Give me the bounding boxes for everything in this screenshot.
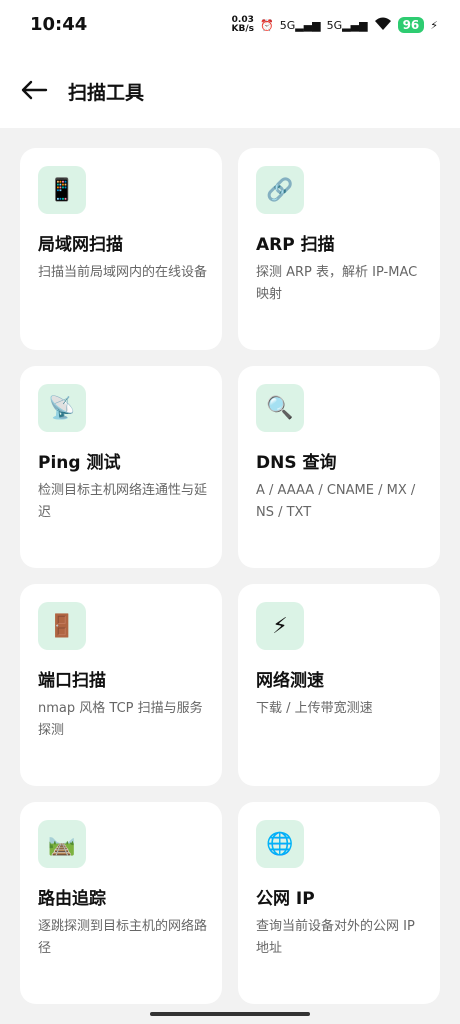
tool-title: ARP 扫描 xyxy=(256,235,335,255)
page-title: 扫描工具 xyxy=(68,82,145,104)
status-icons: 0.03 KB/s ⏰ 5G▂▄▆ 5G▂▄▆ 96 ⚡ xyxy=(232,12,438,38)
tool-card-speed-test[interactable]: ⚡ 网络测速 下载 / 上传带宽测速 xyxy=(238,584,440,786)
door-icon: 🚪 xyxy=(38,602,86,650)
tool-description: nmap 风格 TCP 扫描与服务探测 xyxy=(38,701,203,738)
signal-icon-1: 5G▂▄▆ xyxy=(279,18,321,32)
tool-card-lan-scan[interactable]: 📱 局域网扫描 扫描当前局域网内的在线设备 xyxy=(20,148,222,350)
tool-title: 路由追踪 xyxy=(38,889,106,909)
network-speed: 0.03 KB/s xyxy=(231,15,255,34)
app-bar: 扫描工具 xyxy=(0,52,460,128)
tool-card-ping[interactable]: 📡 Ping 测试 检测目标主机网络连通性与延迟 xyxy=(20,366,222,568)
tool-card-traceroute[interactable]: 🛤️ 路由追踪 逐跳探测到目标主机的网络路径 xyxy=(20,802,222,1004)
signal-icon-2: 5G▂▄▆ xyxy=(326,18,368,32)
tool-title: 网络测速 xyxy=(256,671,324,691)
link-icon: 🔗 xyxy=(256,166,304,214)
tool-description: 查询当前设备对外的公网 IP 地址 xyxy=(256,919,415,956)
globe-icon: 🌐 xyxy=(256,820,304,868)
railway-track-icon: 🛤️ xyxy=(38,820,86,868)
tool-description: 检测目标主机网络连通性与延迟 xyxy=(38,483,208,520)
tool-title: Ping 测试 xyxy=(38,453,121,473)
tool-card-arp-scan[interactable]: 🔗 ARP 扫描 探测 ARP 表，解析 IP-MAC 映射 xyxy=(238,148,440,350)
status-time: 10:44 xyxy=(30,14,88,35)
tool-title: 公网 IP xyxy=(256,889,315,909)
status-bar: 10:44 0.03 KB/s ⏰ 5G▂▄▆ 5G▂▄▆ 96 ⚡ xyxy=(0,0,460,52)
lightning-icon: ⚡ xyxy=(256,602,304,650)
tool-description: 扫描当前局域网内的在线设备 xyxy=(38,265,208,280)
tool-card-dns-query[interactable]: 🔍 DNS 查询 A / AAAA / CNAME / MX / NS / TX… xyxy=(238,366,440,568)
tool-description: 逐跳探测到目标主机的网络路径 xyxy=(38,919,208,956)
tool-title: DNS 查询 xyxy=(256,453,337,473)
tool-title: 端口扫描 xyxy=(38,671,106,691)
tool-card-port-scan[interactable]: 🚪 端口扫描 nmap 风格 TCP 扫描与服务探测 xyxy=(20,584,222,786)
alarm-icon: ⏰ xyxy=(260,18,274,32)
tool-card-public-ip[interactable]: 🌐 公网 IP 查询当前设备对外的公网 IP 地址 xyxy=(238,802,440,1004)
magnifier-icon: 🔍 xyxy=(256,384,304,432)
back-arrow-icon[interactable] xyxy=(18,74,50,106)
battery-icon: 96 xyxy=(397,17,425,33)
wifi-icon xyxy=(374,17,392,34)
tools-grid: 📱 局域网扫描 扫描当前局域网内的在线设备 🔗 ARP 扫描 探测 ARP 表，… xyxy=(20,148,440,1004)
charging-icon: ⚡ xyxy=(430,18,438,32)
phone-icon: 📱 xyxy=(38,166,86,214)
tool-description: A / AAAA / CNAME / MX / NS / TXT xyxy=(256,483,416,520)
tool-title: 局域网扫描 xyxy=(38,235,123,255)
satellite-dish-icon: 📡 xyxy=(38,384,86,432)
tool-description: 下载 / 上传带宽测速 xyxy=(256,701,373,716)
tool-description: 探测 ARP 表，解析 IP-MAC 映射 xyxy=(256,265,418,302)
home-indicator[interactable] xyxy=(150,1012,310,1016)
